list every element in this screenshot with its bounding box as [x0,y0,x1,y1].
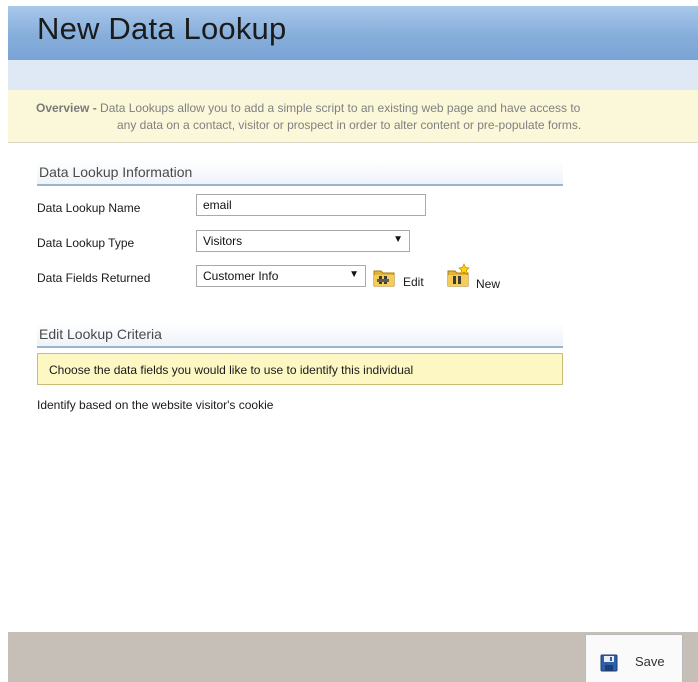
save-button[interactable]: Save [585,634,683,682]
edit-fields-button[interactable]: Edit [372,265,432,293]
edit-folder-icon [373,270,395,287]
chevron-down-icon: ▼ [393,234,403,245]
data-fields-returned-value: Customer Info [203,269,279,283]
toolbar-strip [8,60,698,90]
overview-text-2: any data on a contact, visitor or prospe… [117,118,582,132]
chevron-down-icon: ▼ [349,269,359,280]
section-header-criteria: Edit Lookup Criteria [37,322,563,348]
data-lookup-type-select[interactable]: Visitors ▼ [196,230,410,252]
data-lookup-type-label: Data Lookup Type [37,236,135,250]
overview-banner: Overview - Data Lookups allow you to add… [8,90,698,143]
section-title-info: Data Lookup Information [39,164,193,180]
overview-text-1: Data Lookups allow you to add a simple s… [100,101,581,115]
section-title-criteria: Edit Lookup Criteria [39,326,162,342]
page-frame: New Data Lookup Overview - Data Lookups … [8,6,698,682]
overview-label: Overview - [36,101,97,115]
data-lookup-type-value: Visitors [203,234,243,248]
section-header-info: Data Lookup Information [37,160,563,186]
overview-line-1: Overview - Data Lookups allow you to add… [36,100,580,117]
title-bar: New Data Lookup [8,6,698,60]
new-label: New [476,277,501,291]
new-fields-button[interactable]: New [446,263,508,293]
page-title: New Data Lookup [37,11,287,46]
new-folder-icon [447,263,470,287]
data-lookup-name-label: Data Lookup Name [37,201,141,215]
save-label: Save [635,654,665,669]
edit-label: Edit [403,275,424,289]
data-lookup-name-input[interactable]: email [196,194,426,216]
data-fields-returned-label: Data Fields Returned [37,271,151,285]
data-fields-returned-select[interactable]: Customer Info ▼ [196,265,366,287]
floppy-disk-icon [600,654,618,672]
criteria-instruction-text: Choose the data fields you would like to… [49,363,414,377]
identify-description: Identify based on the website visitor's … [37,398,274,412]
criteria-instruction-box: Choose the data fields you would like to… [37,353,563,385]
